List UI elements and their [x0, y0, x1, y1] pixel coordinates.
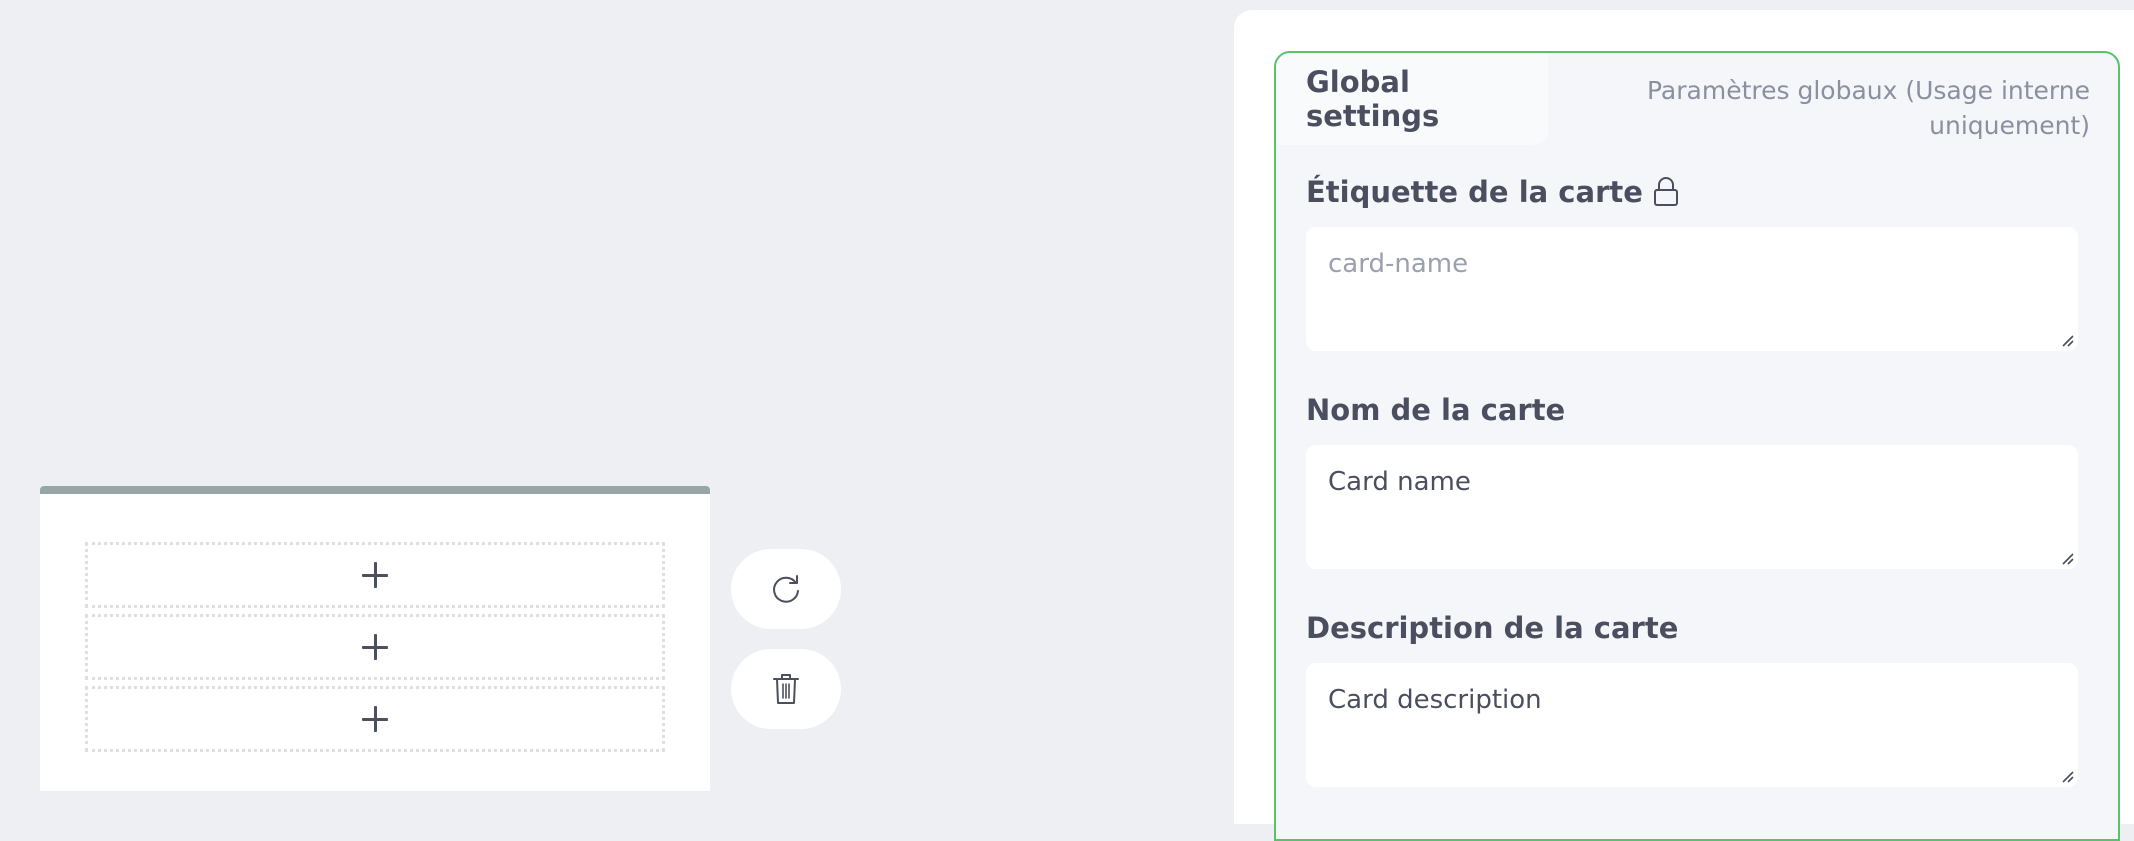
- card-label-input[interactable]: card-name: [1306, 227, 2078, 351]
- delete-button[interactable]: [731, 649, 841, 729]
- resize-grip-icon[interactable]: [2060, 551, 2074, 565]
- resize-grip-icon[interactable]: [2060, 333, 2074, 347]
- lock-icon: [1653, 177, 1678, 206]
- card-top-bar: [40, 486, 710, 494]
- refresh-icon: [773, 575, 799, 603]
- card-description-value: Card description: [1328, 685, 1542, 715]
- card-description-field-label: Description de la carte: [1306, 611, 1678, 645]
- card-name-label-text: Nom de la carte: [1306, 393, 1566, 427]
- card-preview: [40, 486, 710, 791]
- add-block-slot-1[interactable]: [85, 542, 665, 608]
- card-name-field-label: Nom de la carte: [1306, 393, 1565, 427]
- plus-icon: [362, 634, 388, 660]
- card-label-field-label: Étiquette de la carte: [1306, 175, 1681, 209]
- refresh-button[interactable]: [731, 549, 841, 629]
- card-label-placeholder: card-name: [1328, 249, 1469, 279]
- tab-global-settings-label: Global settings: [1306, 65, 1440, 133]
- card-label-label-text: Étiquette de la carte: [1306, 175, 1643, 209]
- global-settings-section: Global settings Paramètres globaux (Usag…: [1274, 51, 2120, 841]
- plus-icon: [362, 706, 388, 732]
- card-description-label-text: Description de la carte: [1306, 611, 1679, 645]
- trash-icon: [773, 674, 799, 704]
- internal-use-note: Paramètres globaux (Usage interne unique…: [1646, 76, 2090, 140]
- card-name-input[interactable]: Card name: [1306, 445, 2078, 569]
- resize-grip-icon[interactable]: [2060, 769, 2074, 783]
- tab-global-settings[interactable]: Global settings: [1276, 53, 1548, 145]
- card-description-input[interactable]: Card description: [1306, 663, 2078, 787]
- settings-panel: Global settings Paramètres globaux (Usag…: [1234, 10, 2134, 841]
- add-block-slot-3[interactable]: [85, 686, 665, 752]
- plus-icon: [362, 562, 388, 588]
- card-name-value: Card name: [1328, 467, 1471, 497]
- add-block-slot-2[interactable]: [85, 614, 665, 680]
